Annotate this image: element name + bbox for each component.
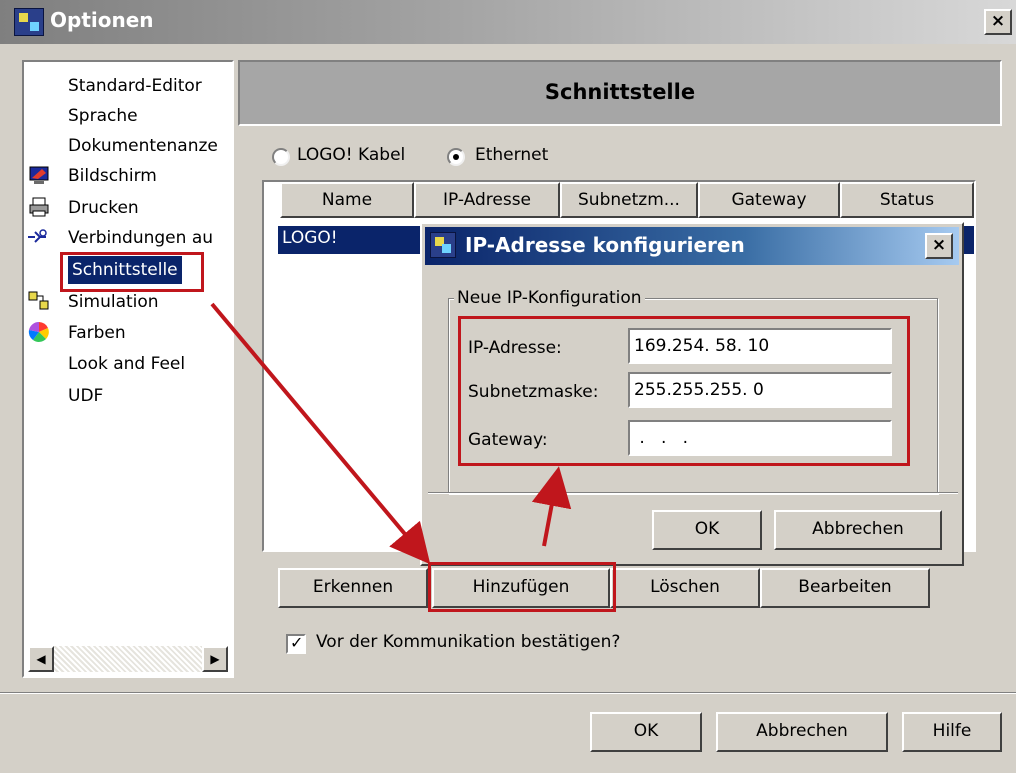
tree-item-label: Simulation (68, 292, 159, 312)
tree-item-sprache[interactable]: Sprache (68, 102, 138, 130)
tree-item-label: UDF (68, 386, 104, 406)
tree-item-label: Schnittstelle (72, 260, 178, 280)
tree-item-schnittstelle[interactable]: Schnittstelle (68, 256, 182, 284)
subnet-mask-input[interactable]: 255.255.255. 0 (628, 372, 892, 408)
tree-item-farben[interactable]: Farben (68, 319, 126, 347)
column-header-subnet[interactable]: Subnetzm... (560, 182, 698, 218)
window-title: Optionen (50, 8, 154, 32)
tree-item-label: Bildschirm (68, 166, 157, 186)
tree-item-standard-editor[interactable]: Standard-Editor (68, 72, 202, 100)
dialog-titlebar: IP-Adresse konfigurieren × (425, 227, 959, 265)
tree-item-label: Farben (68, 323, 126, 343)
radio-logo-cable-label: LOGO! Kabel (297, 145, 406, 165)
radio-logo-cable[interactable] (272, 148, 290, 166)
panel-title: Schnittstelle (544, 80, 696, 104)
scroll-left-button[interactable]: ◀ (28, 646, 54, 672)
dialog-divider (428, 492, 958, 494)
ip-config-dialog[interactable]: IP-Adresse konfigurieren × Neue IP-Konfi… (420, 222, 964, 566)
check-mark-icon: ✓ (290, 633, 304, 652)
color-wheel-icon (28, 321, 49, 342)
options-tree[interactable]: Standard-Editor Sprache Dokumentenanze B… (22, 60, 234, 678)
delete-button[interactable]: Löschen (610, 568, 760, 608)
tree-item-label: Dokumentenanze (68, 136, 218, 156)
tree-item-label: Drucken (68, 198, 139, 218)
footer-ok-button[interactable]: OK (590, 712, 702, 752)
window-titlebar: Optionen × (0, 0, 1016, 44)
radio-ethernet-label: Ethernet (475, 145, 549, 165)
logo-app-icon (14, 8, 44, 36)
tree-item-label: Standard-Editor (68, 76, 202, 96)
tree-item-look-and-feel[interactable]: Look and Feel (68, 350, 185, 378)
confirm-checkbox-label: Vor der Kommunikation bestätigen? (316, 632, 621, 652)
column-header-status[interactable]: Status (840, 182, 974, 218)
tree-item-label: Look and Feel (68, 354, 186, 374)
dialog-close-button[interactable]: × (925, 233, 953, 259)
confirm-checkbox[interactable]: ✓ (286, 633, 306, 654)
monitor-icon (29, 166, 49, 184)
column-header-gateway[interactable]: Gateway (698, 182, 840, 218)
ip-address-label: IP-Adresse: (468, 338, 562, 358)
window-close-button[interactable]: × (984, 9, 1012, 35)
gateway-input[interactable]: . . . (628, 420, 892, 456)
dialog-app-icon (430, 232, 456, 258)
gateway-label: Gateway: (468, 430, 548, 450)
footer-cancel-button[interactable]: Abbrechen (716, 712, 888, 752)
ip-address-input[interactable]: 169.254. 58. 10 (628, 328, 892, 364)
radio-ethernet[interactable] (447, 148, 465, 166)
connection-icon (28, 229, 47, 243)
edit-button[interactable]: Bearbeiten (760, 568, 930, 608)
ip-config-group-label: Neue IP-Konfiguration (454, 288, 645, 308)
tree-item-udf[interactable]: UDF (68, 382, 103, 410)
dialog-cancel-button[interactable]: Abbrechen (774, 510, 942, 550)
tree-horizontal-scrollbar[interactable]: ◀ ▶ (28, 646, 228, 672)
tree-item-verbindungen[interactable]: Verbindungen au (68, 224, 213, 252)
column-header-ip-address[interactable]: IP-Adresse (414, 182, 560, 218)
add-button[interactable]: Hinzufügen (432, 568, 610, 608)
dialog-title: IP-Adresse konfigurieren (465, 233, 745, 257)
tree-item-label: Verbindungen au (68, 228, 214, 248)
subnet-mask-label: Subnetzmaske: (468, 382, 599, 402)
footer-divider (0, 692, 1016, 694)
tree-item-label: Sprache (68, 106, 138, 126)
table-cell-name: LOGO! (282, 228, 338, 248)
tree-item-simulation[interactable]: Simulation (68, 288, 159, 316)
scroll-right-button[interactable]: ▶ (202, 646, 228, 672)
detect-button[interactable]: Erkennen (278, 568, 428, 608)
tree-item-drucken[interactable]: Drucken (68, 194, 139, 222)
dialog-ok-button[interactable]: OK (652, 510, 762, 550)
tree-item-dokumentenanzeige[interactable]: Dokumentenanze (68, 132, 218, 160)
panel-header: Schnittstelle (238, 60, 1002, 126)
printer-icon (29, 197, 49, 217)
simulation-icon (28, 291, 49, 310)
column-header-name[interactable]: Name (280, 182, 414, 218)
footer-help-button[interactable]: Hilfe (902, 712, 1002, 752)
tree-item-bildschirm[interactable]: Bildschirm (68, 162, 157, 190)
